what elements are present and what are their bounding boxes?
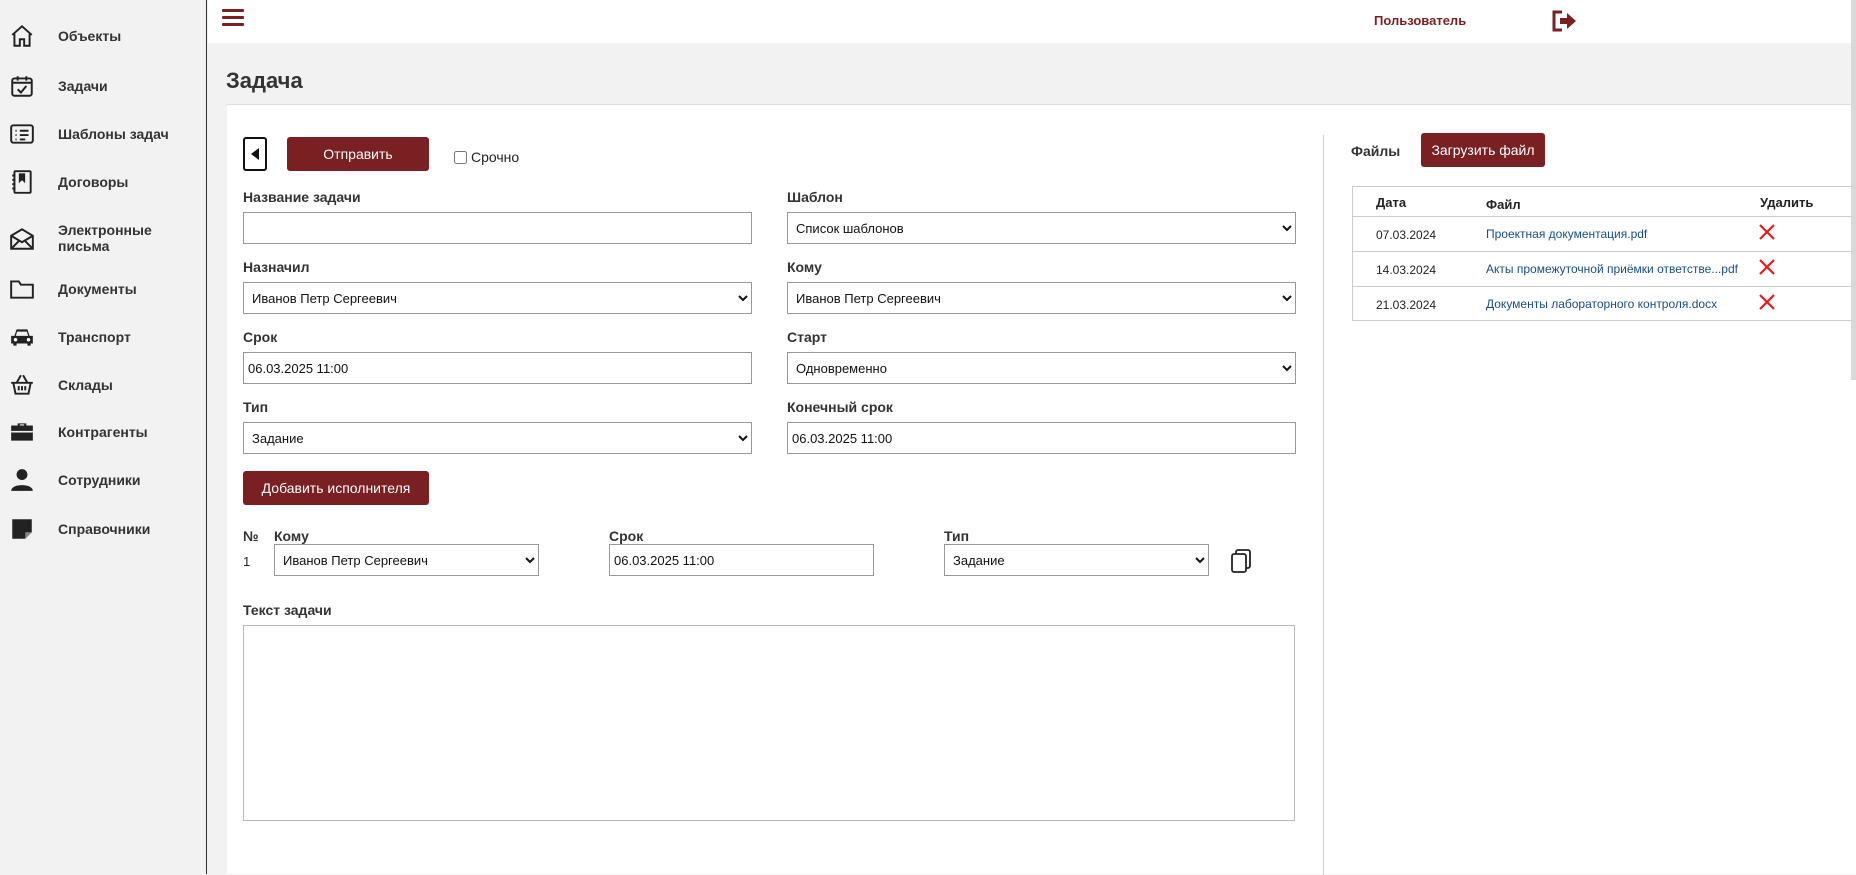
files-table: Дата Файл Удалить 07.03.2024 Проектная д… — [1352, 186, 1856, 321]
delete-icon[interactable] — [1758, 258, 1776, 276]
sidebar-item-label: Склады — [58, 377, 113, 393]
task-text-area[interactable] — [243, 625, 1295, 821]
files-title: Файлы — [1351, 143, 1401, 159]
sidebar-item-label: Договоры — [58, 174, 129, 190]
sidebar-item-label: Справочники — [58, 521, 151, 537]
files-date-header: Дата — [1376, 195, 1407, 210]
hamburger-icon[interactable] — [222, 9, 244, 31]
file-date: 14.03.2024 — [1376, 263, 1437, 277]
logout-icon[interactable] — [1551, 9, 1577, 33]
assigned-by-label: Назначил — [243, 259, 310, 275]
executor-type-select[interactable]: Задание — [944, 544, 1209, 576]
add-executor-button[interactable]: Добавить исполнителя — [243, 471, 429, 505]
person-icon — [8, 466, 36, 494]
envelope-icon — [8, 225, 36, 253]
car-icon — [8, 323, 36, 351]
page-title: Задача — [226, 68, 303, 93]
sidebar-item-transport[interactable]: Транспорт — [0, 323, 206, 351]
deadline-label: Срок — [243, 329, 278, 345]
executor-deadline-input[interactable] — [609, 544, 874, 576]
executor-type-header: Тип — [944, 528, 970, 544]
final-deadline-input[interactable] — [787, 422, 1296, 454]
sidebar-item-warehouses[interactable]: Склады — [0, 371, 206, 399]
executor-row-num: 1 — [243, 554, 251, 569]
template-select[interactable]: Список шаблонов — [787, 212, 1296, 244]
files-table-header: Дата Файл Удалить — [1352, 186, 1856, 216]
executor-to-header: Кому — [274, 528, 309, 544]
table-row: 21.03.2024 Документы лабораторного контр… — [1352, 286, 1856, 321]
home-icon — [8, 22, 36, 50]
urgent-checkbox-input[interactable] — [454, 150, 467, 164]
file-link[interactable]: Документы лабораторного контроля.docx — [1486, 297, 1717, 311]
to-label: Кому — [787, 259, 822, 275]
sidebar-item-label: Сотрудники — [58, 472, 141, 488]
files-delete-header: Удалить — [1760, 195, 1814, 210]
start-label: Старт — [787, 329, 827, 345]
start-select[interactable]: Одновременно — [787, 352, 1296, 384]
back-arrow-icon — [251, 148, 259, 160]
list-icon — [8, 120, 36, 148]
type-label: Тип — [243, 399, 269, 415]
sidebar-item-references[interactable]: Справочники — [0, 515, 206, 543]
file-date: 21.03.2024 — [1376, 298, 1437, 312]
sidebar-item-objects[interactable]: Объекты — [0, 22, 206, 50]
page-scrollbar[interactable] — [1851, 0, 1856, 380]
sidebar: Объекты Задачи Шаблоны задач Договоры Эл… — [0, 0, 207, 874]
task-name-label: Название задачи — [243, 189, 361, 205]
type-select[interactable]: Задание — [243, 422, 752, 454]
final-deadline-label: Конечный срок — [787, 399, 893, 415]
reference-icon — [8, 515, 36, 543]
user-name[interactable]: Пользователь — [1374, 13, 1466, 28]
file-link[interactable]: Проектная документация.pdf — [1486, 227, 1647, 241]
sidebar-item-label: Электронные письма — [58, 222, 152, 254]
column-divider — [1323, 135, 1324, 875]
basket-icon — [8, 371, 36, 399]
top-bar: Пользователь — [208, 0, 1856, 43]
template-label: Шаблон — [787, 189, 843, 205]
calendar-check-icon — [8, 72, 36, 100]
urgent-checkbox[interactable]: Срочно — [454, 149, 519, 165]
task-panel: Отправить Срочно Название задачи Назначи… — [227, 104, 1856, 875]
contract-icon — [8, 168, 36, 196]
sidebar-item-label: Контрагенты — [58, 424, 148, 440]
file-link[interactable]: Акты промежуточной приёмки ответстве...p… — [1486, 262, 1738, 276]
executor-num-header: № — [243, 528, 259, 544]
file-date: 07.03.2024 — [1376, 228, 1437, 242]
files-file-header: Файл — [1486, 197, 1521, 212]
task-name-input[interactable] — [243, 212, 752, 244]
executor-deadline-header: Срок — [609, 528, 644, 544]
sidebar-item-label: Документы — [58, 281, 137, 297]
sidebar-item-documents[interactable]: Документы — [0, 275, 206, 303]
copy-icon[interactable] — [1230, 548, 1252, 574]
delete-icon[interactable] — [1758, 293, 1776, 311]
sidebar-item-employees[interactable]: Сотрудники — [0, 466, 206, 494]
back-button[interactable] — [243, 137, 267, 171]
sidebar-item-label: Шаблоны задач — [58, 126, 169, 142]
sidebar-item-contracts[interactable]: Договоры — [0, 168, 206, 196]
task-text-label: Текст задачи — [243, 602, 332, 618]
assigned-by-select[interactable]: Иванов Петр Сергеевич — [243, 282, 752, 314]
table-row: 07.03.2024 Проектная документация.pdf — [1352, 216, 1856, 251]
delete-icon[interactable] — [1758, 223, 1776, 241]
table-row: 14.03.2024 Акты промежуточной приёмки от… — [1352, 251, 1856, 286]
upload-file-button[interactable]: Загрузить файл — [1421, 133, 1545, 167]
briefcase-icon — [8, 418, 36, 446]
sidebar-item-task-templates[interactable]: Шаблоны задач — [0, 120, 206, 148]
deadline-input[interactable] — [243, 352, 752, 384]
sidebar-item-emails[interactable]: Электронные письма — [0, 222, 206, 256]
urgent-label: Срочно — [471, 149, 520, 165]
sidebar-item-counterparties[interactable]: Контрагенты — [0, 418, 206, 446]
folder-icon — [8, 275, 36, 303]
to-select[interactable]: Иванов Петр Сергеевич — [787, 282, 1296, 314]
sidebar-item-tasks[interactable]: Задачи — [0, 72, 206, 100]
sidebar-item-label: Задачи — [58, 78, 108, 94]
executor-to-select[interactable]: Иванов Петр Сергеевич — [274, 544, 539, 576]
send-button[interactable]: Отправить — [287, 137, 429, 171]
sidebar-item-label: Транспорт — [58, 329, 131, 345]
sidebar-item-label: Объекты — [58, 28, 122, 44]
